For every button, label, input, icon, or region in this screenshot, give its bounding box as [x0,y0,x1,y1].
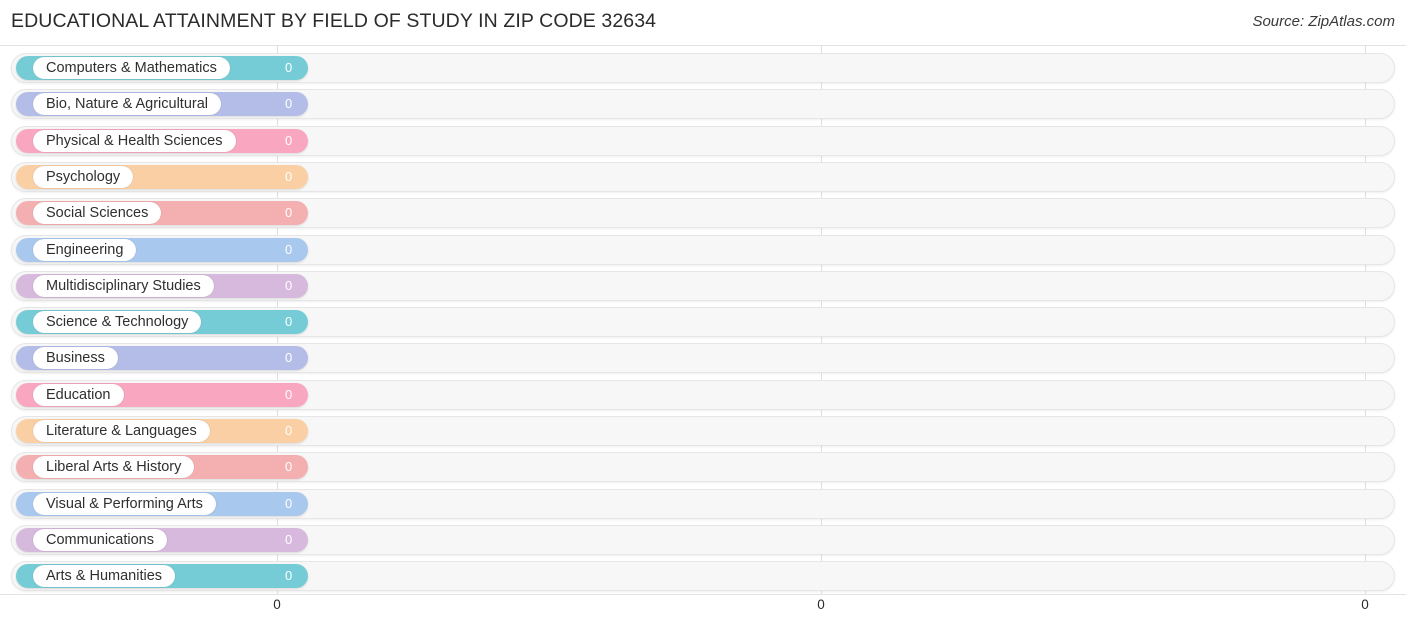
page-title: EDUCATIONAL ATTAINMENT BY FIELD OF STUDY… [11,10,657,32]
bar-value-label: 0 [285,96,293,112]
bar-value-label: 0 [285,314,293,330]
source-attribution: Source: ZipAtlas.com [1252,13,1395,30]
chart-row[interactable]: Education 0 [11,379,1395,410]
chart-row[interactable]: Bio, Nature & Agricultural 0 [11,89,1395,120]
bar-category-label: Bio, Nature & Agricultural [33,93,221,116]
bar-category-label: Literature & Languages [33,420,210,442]
x-axis-tick-label: 0 [817,597,825,612]
chart-row[interactable]: Liberal Arts & History 0 [11,452,1395,483]
bar-category-label: Multidisciplinary Studies [33,274,214,297]
bar-category-label: Arts & Humanities [33,565,176,588]
chart-row[interactable]: Communications 0 [11,524,1395,555]
bar-category-label: Education [33,383,124,406]
x-axis-tick-label: 0 [273,597,281,612]
bar-value-label: 0 [285,386,293,402]
bar-category-label: Computers & Mathematics [33,57,230,79]
bar-value-label: 0 [285,60,293,75]
bar-value-label: 0 [285,350,293,366]
bar-value-label: 0 [285,205,293,221]
chart-row[interactable]: Physical & Health Sciences 0 [11,125,1395,156]
bar-category-label: Physical & Health Sciences [33,129,236,152]
x-axis-tick-label: 0 [1361,597,1369,612]
chart-row[interactable]: Literature & Languages 0 [11,416,1395,446]
x-axis: 0 0 0 [0,595,1406,631]
bar-value-label: 0 [285,531,293,547]
bar-category-label: Communications [33,528,167,551]
bar-category-label: Visual & Performing Arts [33,492,216,515]
bar-category-label: Science & Technology [33,311,202,334]
bar-category-label: Engineering [33,238,137,261]
chart-row[interactable]: Social Sciences 0 [11,198,1395,229]
chart-row[interactable]: Multidisciplinary Studies 0 [11,270,1395,301]
bar-chart: Computers & Mathematics 0 Bio, Nature & Ag… [0,45,1406,595]
bar-value-label: 0 [285,423,293,438]
chart-row[interactable]: Computers & Mathematics 0 [11,53,1395,83]
bar-category-label: Psychology [33,165,134,188]
chart-page: EDUCATIONAL ATTAINMENT BY FIELD OF STUDY… [0,0,1406,631]
bar-value-label: 0 [285,168,293,184]
bar-category-label: Social Sciences [33,202,162,225]
chart-row[interactable]: Science & Technology 0 [11,307,1395,338]
bar-value-label: 0 [285,568,293,584]
chart-row[interactable]: Visual & Performing Arts 0 [11,488,1395,519]
header: EDUCATIONAL ATTAINMENT BY FIELD OF STUDY… [0,0,1406,45]
chart-row[interactable]: Engineering 0 [11,234,1395,265]
bar-value-label: 0 [285,459,293,475]
bar-value-label: 0 [285,241,293,257]
bar-value-label: 0 [285,495,293,511]
bar-category-label: Liberal Arts & History [33,456,195,479]
bar-value-label: 0 [285,277,293,293]
bar-category-label: Business [33,347,118,370]
chart-row[interactable]: Psychology 0 [11,161,1395,192]
chart-row[interactable]: Business 0 [11,343,1395,374]
chart-row[interactable]: Arts & Humanities 0 [11,561,1395,592]
bar-value-label: 0 [285,132,293,148]
